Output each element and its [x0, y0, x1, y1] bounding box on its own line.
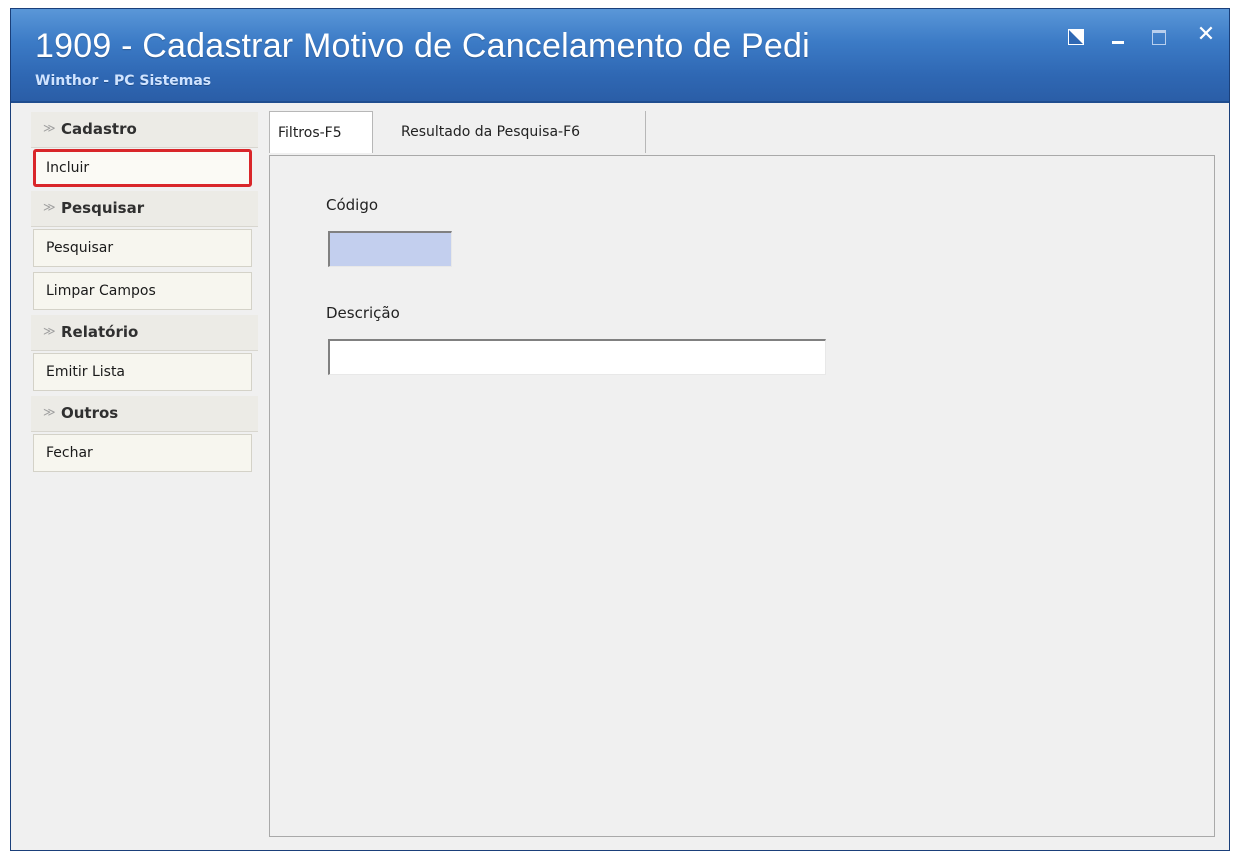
button-label: Incluir: [46, 160, 90, 176]
window-subtitle: Winthor - PC Sistemas: [35, 73, 212, 89]
section-label: Outros: [61, 404, 119, 422]
section-header-pesquisar[interactable]: ≫ Pesquisar: [31, 191, 258, 227]
title-bar[interactable]: 1909 - Cadastrar Motivo de Cancelamento …: [11, 9, 1229, 103]
pesquisar-button[interactable]: Pesquisar: [33, 229, 252, 267]
tab-label: Resultado da Pesquisa-F6: [401, 124, 581, 140]
restore-icon[interactable]: [1064, 23, 1090, 47]
close-icon[interactable]: ✕: [1193, 23, 1219, 47]
section-header-cadastro[interactable]: ≫ Cadastro: [31, 112, 258, 148]
section-header-outros[interactable]: ≫ Outros: [31, 396, 258, 432]
window-title: 1909 - Cadastrar Motivo de Cancelamento …: [35, 27, 810, 65]
fechar-button[interactable]: Fechar: [33, 434, 252, 472]
codigo-label: Código: [326, 196, 379, 214]
chevron-collapse-icon: ≫: [43, 200, 56, 214]
chevron-collapse-icon: ≫: [43, 121, 56, 135]
tab-filtros[interactable]: Filtros-F5: [269, 111, 373, 153]
button-label: Limpar Campos: [46, 283, 156, 299]
button-label: Fechar: [46, 445, 93, 461]
limpar-campos-button[interactable]: Limpar Campos: [33, 272, 252, 310]
incluir-button[interactable]: Incluir: [33, 149, 252, 187]
tab-label: Filtros-F5: [278, 125, 342, 141]
maximize-icon[interactable]: [1147, 23, 1173, 47]
minimize-icon[interactable]: [1105, 23, 1131, 47]
filters-panel: Código Descrição: [269, 155, 1215, 837]
descricao-field[interactable]: [328, 339, 826, 375]
section-label: Relatório: [61, 323, 139, 341]
button-label: Pesquisar: [46, 240, 114, 256]
chevron-collapse-icon: ≫: [43, 405, 56, 419]
emitir-lista-button[interactable]: Emitir Lista: [33, 353, 252, 391]
section-label: Pesquisar: [61, 199, 145, 217]
button-label: Emitir Lista: [46, 364, 126, 380]
descricao-label: Descrição: [326, 304, 400, 322]
app-window: 1909 - Cadastrar Motivo de Cancelamento …: [10, 8, 1230, 851]
section-label: Cadastro: [61, 120, 137, 138]
action-sidebar: ≫ Cadastro Incluir ≫ Pesquisar Pesquisar…: [31, 112, 258, 472]
section-header-relatorio[interactable]: ≫ Relatório: [31, 315, 258, 351]
codigo-field[interactable]: [328, 231, 452, 267]
tab-resultado-pesquisa[interactable]: Resultado da Pesquisa-F6: [378, 111, 646, 153]
chevron-collapse-icon: ≫: [43, 324, 56, 338]
